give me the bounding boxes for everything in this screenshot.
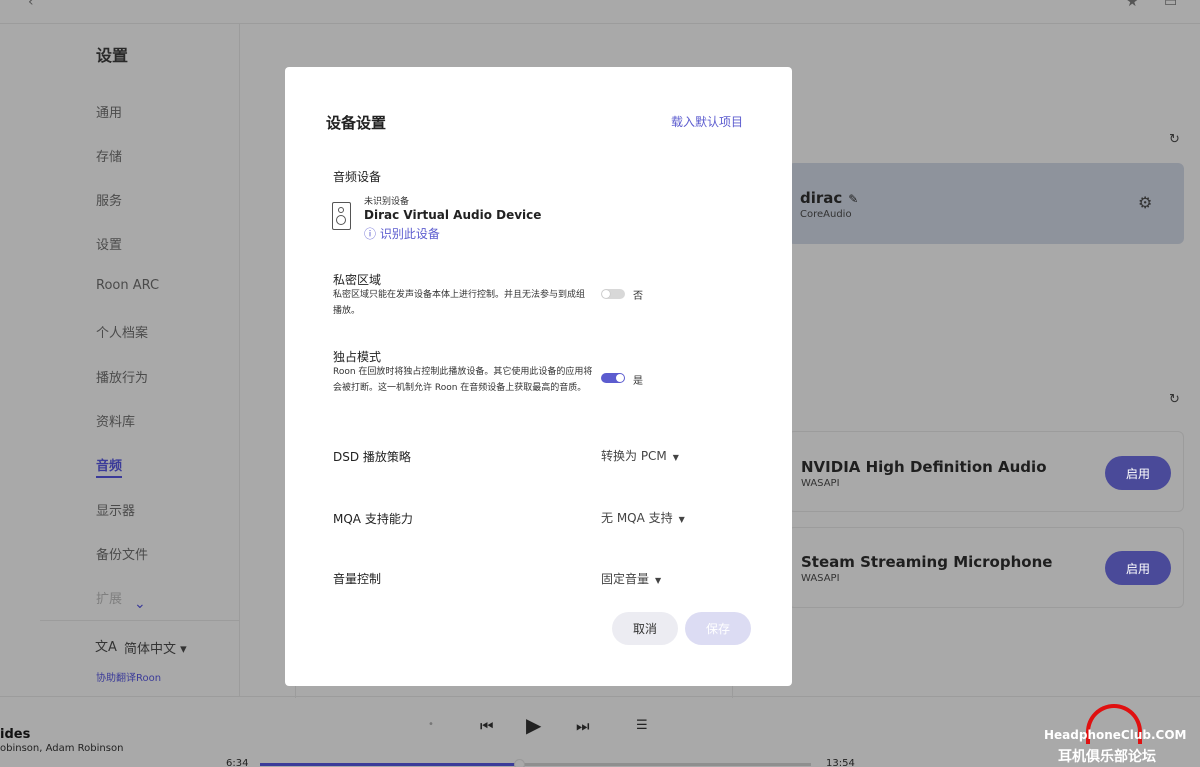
- track-artist[interactable]: obinson, Adam Robinson: [0, 743, 123, 754]
- sidebar-divider: [40, 620, 240, 621]
- dot-icon: •: [428, 719, 434, 730]
- total-time: 13:54: [826, 758, 855, 767]
- cancel-button[interactable]: 取消: [612, 612, 678, 645]
- track-title[interactable]: ides: [0, 727, 30, 742]
- enable-button[interactable]: 启用: [1105, 551, 1171, 585]
- dsd-dropdown[interactable]: 转换为 PCM ▼: [601, 447, 679, 464]
- next-icon[interactable]: ⏭: [576, 717, 590, 735]
- sidebar-item-storage[interactable]: 存储: [96, 146, 122, 165]
- device-name: Dirac Virtual Audio Device: [364, 208, 542, 222]
- unidentified-note: 未识别设备: [364, 197, 410, 207]
- sidebar-item-general[interactable]: 通用: [96, 102, 122, 121]
- volume-value: 固定音量: [601, 572, 650, 586]
- bookmark-icon[interactable]: ★: [1126, 0, 1139, 10]
- dsd-value: 转换为 PCM: [601, 449, 667, 463]
- private-zone-label: 私密区域: [333, 273, 382, 287]
- device-name: Steam Streaming Microphone: [801, 553, 1053, 571]
- volume-dropdown[interactable]: 固定音量 ▼: [601, 570, 661, 587]
- save-button[interactable]: 保存: [685, 612, 751, 645]
- sidebar-item-backups[interactable]: 备份文件: [96, 544, 148, 563]
- load-defaults-link[interactable]: 载入默认项目: [671, 113, 743, 130]
- dialog-title: 设备设置: [326, 114, 387, 132]
- seek-bar[interactable]: [260, 759, 811, 767]
- device-card-dirac[interactable]: dirac ✎ CoreAudio ⚙: [788, 163, 1184, 244]
- device-name: dirac: [800, 189, 843, 207]
- sidebar-item-library[interactable]: 资料库: [96, 411, 135, 430]
- previous-icon[interactable]: ⏮: [480, 717, 494, 735]
- mqa-dropdown[interactable]: 无 MQA 支持 ▼: [601, 509, 685, 526]
- refresh-icon[interactable]: ↻: [1169, 392, 1180, 407]
- device-settings-dialog: 设备设置 载入默认项目 音频设备 未识别设备 Dirac Virtual Aud…: [285, 67, 792, 686]
- pencil-icon[interactable]: ✎: [848, 192, 858, 206]
- device-driver: CoreAudio: [800, 209, 852, 220]
- active-underline: [96, 476, 122, 478]
- watermark-bottom: 耳机俱乐部论坛: [1058, 749, 1156, 765]
- caret-down-icon: ▼: [672, 453, 679, 462]
- dsd-label: DSD 播放策略: [333, 450, 411, 464]
- sidebar-item-audio[interactable]: 音频: [96, 455, 122, 474]
- gear-icon[interactable]: ⚙: [1138, 193, 1152, 212]
- sidebar-item-playback[interactable]: 播放行为: [96, 367, 148, 386]
- translate-icon: 文A: [95, 640, 117, 655]
- sidebar-item-extensions[interactable]: 扩展: [96, 588, 122, 607]
- help-translate-link[interactable]: 协助翻译Roon: [96, 669, 161, 684]
- device-driver: WASAPI: [801, 573, 840, 584]
- exclusive-mode-label: 独占模式: [333, 350, 382, 364]
- private-zone-value: 否: [633, 291, 643, 302]
- player-bar: ides obinson, Adam Robinson • ⏮ ▶ ⏭ ☰ 6:…: [0, 696, 1200, 767]
- watermark-top: HeadphoneClub.COM: [1044, 728, 1187, 742]
- device-card-steam: Steam Streaming Microphone WASAPI 启用: [788, 527, 1184, 608]
- device-name: NVIDIA High Definition Audio: [801, 458, 1047, 476]
- private-zone-desc: 私密区域只能在发声设备本体上进行控制。并且无法参与到成组播放。: [333, 290, 586, 316]
- device-driver: WASAPI: [801, 478, 840, 489]
- mqa-label: MQA 支持能力: [333, 512, 413, 526]
- volume-label: 音量控制: [333, 572, 382, 586]
- sidebar-item-profile[interactable]: 个人档案: [96, 322, 148, 341]
- enable-button[interactable]: 启用: [1105, 456, 1171, 490]
- exclusive-mode-value: 是: [633, 376, 643, 387]
- sidebar-item-services[interactable]: 服务: [96, 190, 122, 209]
- identify-device-link[interactable]: ⓘ 识别此设备: [364, 225, 440, 242]
- back-icon[interactable]: ‹: [28, 0, 34, 10]
- sidebar-item-roon-arc[interactable]: Roon ARC: [96, 278, 159, 293]
- refresh-icon[interactable]: ↻: [1169, 132, 1180, 147]
- play-icon[interactable]: ▶: [526, 713, 541, 737]
- device-card-nvidia: NVIDIA High Definition Audio WASAPI 启用: [788, 431, 1184, 512]
- watermark-logo: HeadphoneClub.COM 耳机俱乐部论坛: [1044, 702, 1200, 767]
- audio-device-label: 音频设备: [333, 170, 382, 184]
- window-icon[interactable]: ▭: [1164, 0, 1177, 10]
- sidebar-item-displays[interactable]: 显示器: [96, 500, 135, 519]
- queue-icon[interactable]: ☰: [636, 718, 648, 733]
- caret-down-icon: ▼: [678, 515, 685, 524]
- private-zone-toggle[interactable]: [601, 289, 625, 299]
- caret-down-icon: ▼: [655, 576, 662, 585]
- sidebar-item-setup[interactable]: 设置: [96, 234, 122, 253]
- settings-sidebar: 设置 通用 存储 服务 设置 Roon ARC 个人档案 播放行为 资料库 音频…: [0, 24, 240, 696]
- seek-thumb[interactable]: [513, 759, 525, 767]
- chevron-down-icon[interactable]: ⌄: [134, 596, 146, 612]
- elapsed-time: 6:34: [226, 758, 249, 767]
- sidebar-title: 设置: [96, 46, 129, 65]
- exclusive-mode-desc: Roon 在回放时将独占控制此播放设备。其它使用此设备的应用将会被打断。这一机制…: [333, 367, 593, 393]
- seek-fill: [260, 763, 519, 766]
- exclusive-mode-toggle[interactable]: [601, 373, 625, 383]
- speaker-icon: [332, 202, 351, 230]
- language-selector[interactable]: 简体中文 ▾: [124, 638, 187, 657]
- top-bar: ‹ ★ ▭: [0, 0, 1200, 24]
- mqa-value: 无 MQA 支持: [601, 511, 673, 525]
